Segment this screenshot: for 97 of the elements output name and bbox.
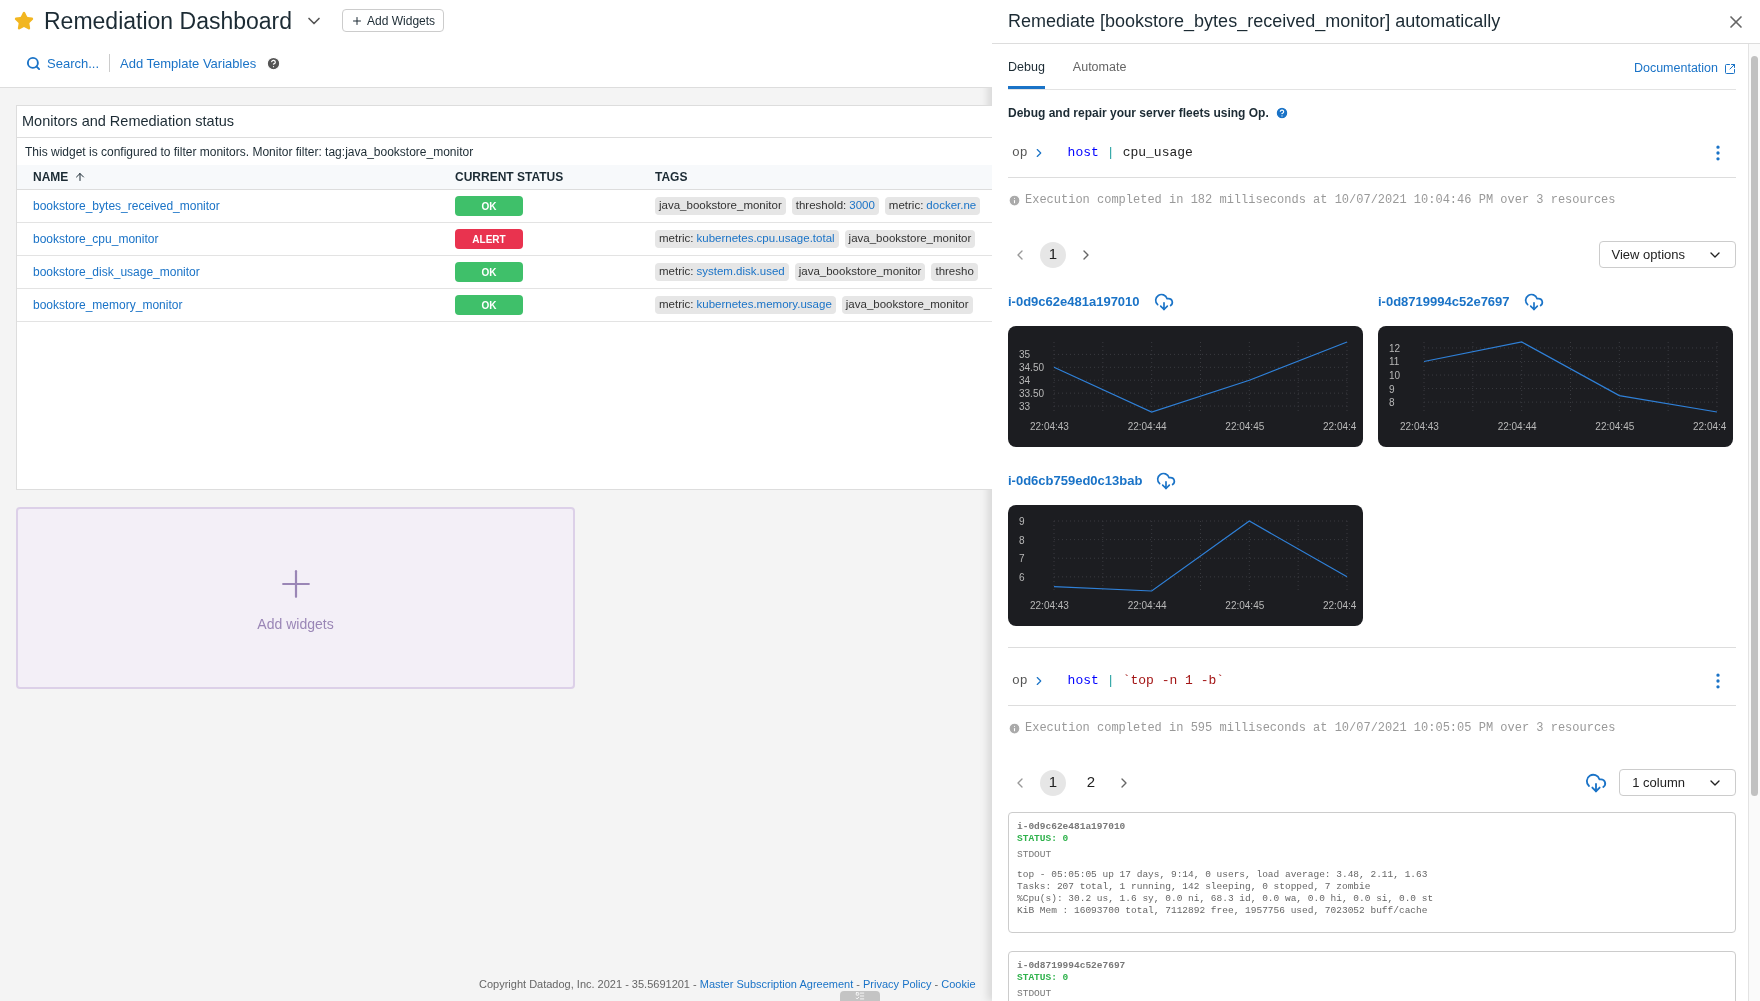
panel-title: Remediate [bookstore_bytes_received_monitor] automatically	[1008, 10, 1501, 34]
tag[interactable]: metric: kubernetes.cpu.usage.total	[655, 230, 839, 248]
download-icon[interactable]	[1156, 471, 1177, 491]
axis-label: 9	[1019, 516, 1025, 527]
page-button[interactable]: 1	[1040, 241, 1066, 268]
status-badge: ALERT	[455, 229, 523, 249]
axis-label: 22:04:44	[1127, 600, 1167, 611]
add-widgets-label: Add widgets	[257, 614, 334, 634]
host-name: i-0d9c62e481a197010	[1017, 821, 1127, 833]
template-variables-link[interactable]: Add Template Variables	[120, 53, 257, 73]
tag[interactable]: threshold: 3000	[791, 197, 879, 215]
tag[interactable]: metric: kubernetes.memory.usage	[655, 296, 836, 314]
axis-label: 22:04:45	[1595, 421, 1635, 432]
axis-label: 34	[1019, 375, 1031, 387]
monitor-link[interactable]: bookstore_cpu_monitor	[33, 232, 159, 246]
axis-label: 33.50	[1019, 388, 1045, 400]
tag[interactable]: thresho	[931, 263, 978, 281]
execution-status: Execution completed in 182 milliseconds at 10/07/2021 10:04:46 PM over 3 resources	[1025, 192, 1616, 209]
external-link-icon	[1724, 62, 1736, 75]
exit-status: STATUS: 0	[1017, 833, 1070, 845]
command-text[interactable]: host | `top -n 1 -b`	[1067, 670, 1225, 691]
prompt: op	[1012, 671, 1028, 690]
axis-label: 6	[1019, 571, 1025, 583]
execution-status: Execution completed in 595 milliseconds at 10/07/2021 10:05:05 PM over 3 resources	[1025, 720, 1616, 737]
axis-label: 22:04:43	[1400, 421, 1439, 432]
axis-label: 22:04:43	[1030, 600, 1069, 611]
axis-label: 22:04:4	[1323, 600, 1357, 611]
help-icon[interactable]	[266, 55, 282, 71]
dashboard-title: Remediation Dashboard	[44, 6, 293, 36]
add-widgets-button[interactable]: Add Widgets	[342, 9, 445, 33]
tag[interactable]: java_bookstore_monitor	[655, 197, 786, 215]
tag[interactable]: java_bookstore_monitor	[841, 296, 973, 314]
axis-label: 22:04:43	[1030, 421, 1069, 432]
stream-label: STDOUT	[1017, 849, 1053, 861]
host-link[interactable]: i-0d8719994c52e7697	[1378, 292, 1510, 312]
stream-label: STDOUT	[1017, 988, 1053, 1000]
tag[interactable]: metric: system.disk.used	[655, 263, 789, 281]
axis-label: 22:04:45	[1225, 600, 1265, 611]
status-badge: OK	[455, 196, 523, 216]
column-header[interactable]: NAME	[33, 168, 69, 186]
info-icon	[1008, 193, 1021, 207]
axis-label: 8	[1019, 534, 1025, 546]
footer-link[interactable]: Cookie	[941, 978, 976, 990]
widget-title: Monitors and Remediation status	[22, 111, 234, 131]
download-icon[interactable]	[1153, 292, 1174, 312]
axis-label: 12	[1389, 342, 1401, 354]
page-button[interactable]: 2	[1078, 769, 1104, 796]
command-text[interactable]: host | cpu_usage	[1067, 142, 1193, 163]
axis-label: 22:04:44	[1497, 421, 1537, 432]
intro-text: Debug and repair your server fleets using Op.	[1008, 105, 1269, 122]
tab[interactable]: Debug	[1008, 44, 1045, 89]
axis-label: 22:04:4	[1323, 421, 1357, 432]
status-badge: OK	[455, 262, 523, 282]
output-text: top - 05:05:05 up 17 days, 9:14, 0 users, load average: 3.48, 2.11, 1.63 Tasks: 207 total, 1 running, 142 sleeping, 0 stopped, 7 zombie %Cpu(s): 30.2 us, 1.6 sy, 0.0 ni, 68.3 id, 0.0 wa, 0.0 hi, 0.0 si, 0.0 st KiB Mem : 16093700 total, 7112892 free, 1957756 used, 7023052 buff/cache	[1017, 869, 1435, 917]
tag[interactable]: java_bookstore_monitor	[844, 230, 976, 248]
tag[interactable]: java_bookstore_monitor	[794, 263, 926, 281]
search-button[interactable]: Search...	[26, 53, 100, 73]
status-badge: OK	[455, 295, 523, 315]
footer-text: Copyright Datadog, Inc. 2021 - 35.5691201 - Master Subscription Agreement - Privacy Policy - Cookie	[479, 978, 976, 990]
column-header[interactable]: CURRENT STATUS	[455, 168, 564, 186]
footer-link[interactable]: Master Subscription Agreement	[699, 978, 854, 990]
search-icon	[26, 55, 41, 71]
download-icon[interactable]	[1585, 771, 1608, 794]
monitor-link[interactable]: bookstore_bytes_received_monitor	[33, 199, 220, 213]
filter-note: This widget is configured to filter monitors. Monitor filter: tag:java_bookstore_monitor	[25, 143, 474, 161]
host-link[interactable]: i-0d6cb759ed0c13bab	[1008, 471, 1143, 491]
host-name: i-0d8719994c52e7697	[1017, 960, 1127, 972]
scrollbar[interactable]	[1748, 44, 1760, 1001]
host-link[interactable]: i-0d9c62e481a197010	[1008, 292, 1140, 312]
tag[interactable]: metric: docker.ne	[884, 197, 981, 215]
axis-label: 7	[1019, 553, 1025, 565]
page-button[interactable]: 1	[1040, 769, 1066, 796]
view-dropdown[interactable]: View options	[1598, 241, 1736, 268]
axis-label: 9	[1389, 383, 1395, 395]
column-header[interactable]: TAGS	[655, 168, 688, 186]
monitor-link[interactable]: bookstore_disk_usage_monitor	[33, 265, 200, 279]
axis-label: 35	[1019, 349, 1031, 361]
axis-label: 33	[1019, 401, 1031, 413]
axis-label: 22:04:45	[1225, 421, 1265, 432]
documentation-link[interactable]: Documentation	[1633, 59, 1736, 78]
view-dropdown[interactable]: 1 column	[1619, 769, 1736, 796]
download-icon[interactable]	[1523, 292, 1544, 312]
axis-label: 10	[1389, 370, 1401, 382]
star-icon[interactable]	[14, 10, 34, 31]
axis-label: 8	[1389, 397, 1395, 409]
axis-label: 22:04:4	[1693, 421, 1727, 432]
axis-label: 34.50	[1019, 362, 1045, 374]
axis-label: 11	[1389, 356, 1400, 368]
tab[interactable]: Automate	[1072, 44, 1127, 89]
axis-label: 22:04:44	[1127, 421, 1167, 432]
exit-status: STATUS: 0	[1017, 972, 1070, 984]
footer-link[interactable]: Privacy Policy	[863, 978, 932, 990]
help-icon[interactable]	[1274, 106, 1289, 120]
info-icon	[1008, 721, 1021, 735]
monitor-link[interactable]: bookstore_memory_monitor	[33, 298, 183, 312]
plus-icon	[351, 14, 364, 27]
prompt: op	[1012, 143, 1028, 162]
